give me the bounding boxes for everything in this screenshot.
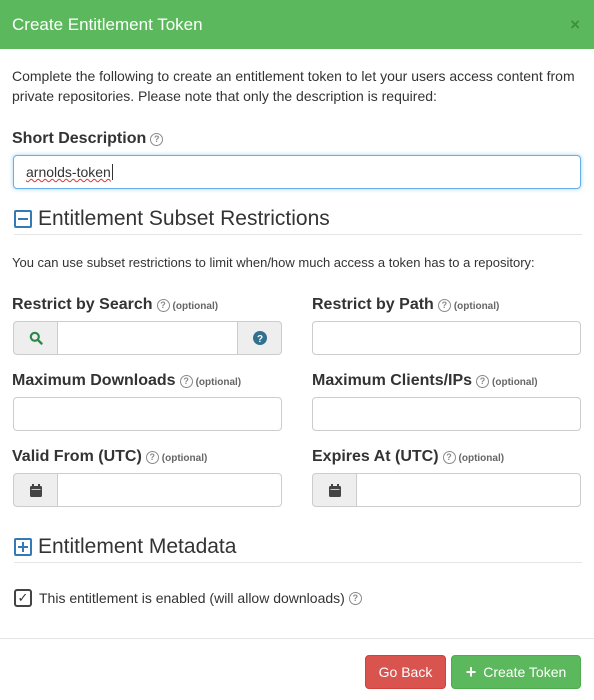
plus-square-icon[interactable] bbox=[14, 538, 32, 556]
create-token-button[interactable]: + Create Token bbox=[451, 655, 581, 689]
help-circle-icon[interactable]: ? bbox=[156, 299, 170, 312]
calendar-icon[interactable] bbox=[13, 473, 57, 507]
max-clients-label: Maximum Clients/IPs? (optional) bbox=[312, 372, 538, 389]
footer-divider bbox=[0, 638, 594, 639]
expires-at-label: Expires At (UTC)? (optional) bbox=[312, 448, 505, 465]
restrict-path-label: Restrict by Path? (optional) bbox=[312, 296, 500, 313]
help-circle-icon[interactable]: ? bbox=[348, 591, 362, 605]
short-description-input[interactable]: arnolds-token bbox=[13, 155, 581, 189]
valid-from-input[interactable] bbox=[57, 473, 282, 507]
help-circle-icon[interactable]: ? bbox=[476, 375, 490, 388]
metadata-section-header[interactable]: Entitlement Metadata bbox=[14, 535, 582, 563]
help-circle-icon[interactable]: ? bbox=[145, 451, 159, 464]
text-cursor bbox=[111, 164, 113, 180]
plus-icon: + bbox=[465, 662, 477, 682]
help-circle-icon[interactable]: ? bbox=[437, 299, 451, 312]
max-downloads-label: Maximum Downloads? (optional) bbox=[12, 372, 242, 389]
expires-at-input[interactable] bbox=[356, 473, 581, 507]
intro-text: Complete the following to create an enti… bbox=[12, 68, 575, 104]
enabled-row: ✓ This entitlement is enabled (will allo… bbox=[14, 589, 362, 607]
help-circle-icon[interactable]: ? bbox=[179, 375, 193, 388]
restrict-search-label: Restrict by Search? (optional) bbox=[12, 296, 219, 313]
enabled-checkbox[interactable]: ✓ bbox=[14, 589, 32, 607]
metadata-section-title: Entitlement Metadata bbox=[38, 535, 237, 558]
calendar-icon[interactable] bbox=[312, 473, 356, 507]
subset-section-title: Entitlement Subset Restrictions bbox=[38, 207, 330, 230]
expires-at-group bbox=[312, 473, 581, 507]
restrict-search-group: ? bbox=[13, 321, 282, 355]
max-downloads-input[interactable] bbox=[13, 397, 282, 431]
max-clients-input[interactable] bbox=[312, 397, 581, 431]
help-circle-icon[interactable]: ? bbox=[150, 133, 164, 146]
modal-header: Create Entitlement Token × bbox=[0, 0, 594, 49]
help-circle-icon[interactable]: ? bbox=[442, 451, 456, 464]
search-icon bbox=[13, 321, 57, 355]
enabled-label[interactable]: This entitlement is enabled (will allow … bbox=[39, 590, 345, 606]
go-back-button[interactable]: Go Back bbox=[365, 655, 446, 689]
close-icon[interactable]: × bbox=[570, 16, 580, 33]
short-description-label: Short Description? bbox=[12, 130, 164, 148]
svg-text:?: ? bbox=[256, 334, 262, 345]
restrict-search-input[interactable] bbox=[57, 321, 238, 355]
question-icon[interactable]: ? bbox=[238, 321, 282, 355]
short-description-value: arnolds-token bbox=[26, 164, 111, 180]
minus-square-icon[interactable] bbox=[14, 210, 32, 228]
modal-title: Create Entitlement Token bbox=[12, 14, 203, 34]
subset-description: You can use subset restrictions to limit… bbox=[12, 255, 535, 270]
valid-from-group bbox=[13, 473, 282, 507]
subset-section-header[interactable]: Entitlement Subset Restrictions bbox=[14, 207, 582, 235]
restrict-path-input[interactable] bbox=[312, 321, 581, 355]
valid-from-label: Valid From (UTC)? (optional) bbox=[12, 448, 208, 465]
create-token-label: Create Token bbox=[483, 664, 567, 680]
